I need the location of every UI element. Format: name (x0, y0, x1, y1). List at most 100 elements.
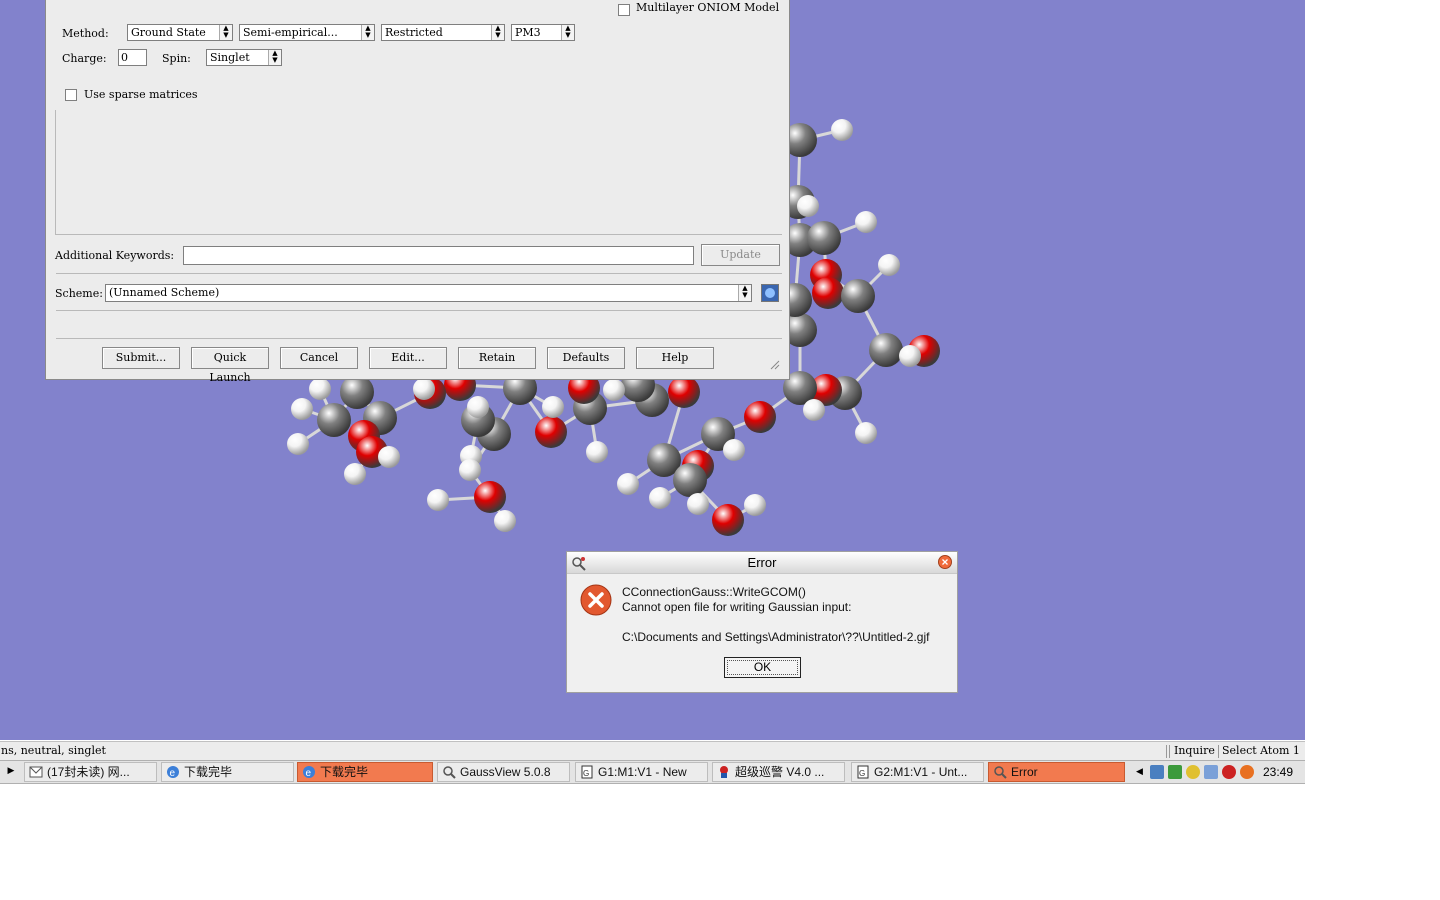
task-error[interactable]: Error (988, 762, 1125, 782)
method-state-select[interactable]: Ground State ▲ ▼ (127, 24, 233, 41)
method-spin-select[interactable]: Restricted ▲ ▼ (381, 24, 505, 41)
hydrogen-atom[interactable] (687, 493, 709, 515)
tray-monitor-icon[interactable] (1204, 765, 1218, 779)
spinner-arrows-icon[interactable]: ▲ ▼ (738, 285, 751, 301)
oxygen-atom[interactable] (712, 504, 744, 536)
error-dialog-title: Error (747, 555, 777, 570)
gaussview-icon (994, 766, 1007, 779)
carbon-atom[interactable] (317, 403, 351, 437)
task-label: 超级巡警 V4.0 ... (735, 765, 825, 779)
carbon-atom[interactable] (841, 279, 875, 313)
hydrogen-atom[interactable] (878, 254, 900, 276)
status-select: Select Atom 1 (1222, 744, 1300, 757)
help-button[interactable]: Help (636, 347, 714, 369)
hydrogen-atom[interactable] (855, 422, 877, 444)
oniom-checkbox[interactable] (618, 4, 630, 16)
method-basis-select[interactable]: PM3 ▲ ▼ (511, 24, 575, 41)
oniom-label: Multilayer ONIOM Model (636, 1, 780, 14)
oxygen-atom[interactable] (812, 277, 844, 309)
method-type-value: Semi-empirical... (243, 26, 338, 39)
hydrogen-atom[interactable] (723, 439, 745, 461)
spinner-arrows-icon[interactable]: ▲ ▼ (491, 25, 504, 40)
hydrogen-atom[interactable] (427, 489, 449, 511)
document-icon: G (857, 765, 869, 779)
task-mail[interactable]: (17封未读) 网... (24, 762, 157, 782)
sparse-checkbox[interactable] (65, 89, 77, 101)
hydrogen-atom[interactable] (378, 446, 400, 468)
hydrogen-atom[interactable] (831, 119, 853, 141)
hydrogen-atom[interactable] (797, 195, 819, 217)
hydrogen-atom[interactable] (291, 398, 313, 420)
hydrogen-atom[interactable] (309, 378, 331, 400)
hydrogen-atom[interactable] (617, 473, 639, 495)
tray-clock: 23:49 (1263, 765, 1294, 779)
hydrogen-atom[interactable] (494, 510, 516, 532)
spinner-arrows-icon[interactable]: ▲ ▼ (561, 25, 574, 40)
spinner-arrows-icon[interactable]: ▲ ▼ (219, 25, 232, 40)
scheme-select[interactable]: (Unnamed Scheme) ▲ ▼ (105, 284, 752, 302)
error-dialog-titlebar[interactable]: Error (567, 552, 957, 574)
task-gaussview[interactable]: GaussView 5.0.8 (437, 762, 570, 782)
charge-input[interactable]: 0 (118, 49, 147, 66)
carbon-atom[interactable] (807, 221, 841, 255)
hydrogen-atom[interactable] (586, 441, 608, 463)
carbon-atom[interactable] (340, 375, 374, 409)
hydrogen-atom[interactable] (467, 396, 489, 418)
task-g2[interactable]: G G2:M1:V1 - Unt... (851, 762, 984, 782)
hydrogen-atom[interactable] (899, 345, 921, 367)
tray-network-icon[interactable] (1150, 765, 1164, 779)
taskbar-scroll-left-icon[interactable]: ▶ (2, 764, 20, 779)
task-antivirus[interactable]: 超级巡警 V4.0 ... (712, 762, 845, 782)
method-basis-value: PM3 (515, 26, 541, 39)
resize-grip-icon[interactable] (768, 358, 780, 370)
tray-security-icon[interactable] (1240, 765, 1254, 779)
close-icon[interactable] (938, 555, 952, 569)
hydrogen-atom[interactable] (459, 459, 481, 481)
ok-button[interactable]: OK (724, 657, 801, 678)
status-text: ns, neutral, singlet (1, 744, 106, 757)
status-bar: ns, neutral, singlet Inquire Select Atom… (0, 741, 1305, 761)
hydrogen-atom[interactable] (649, 487, 671, 509)
oxygen-atom[interactable] (668, 376, 700, 408)
hydrogen-atom[interactable] (344, 463, 366, 485)
edit-button[interactable]: Edit... (369, 347, 447, 369)
keywords-input[interactable] (183, 246, 694, 265)
hydrogen-atom[interactable] (855, 211, 877, 233)
retain-button[interactable]: Retain (458, 347, 536, 369)
defaults-button[interactable]: Defaults (547, 347, 625, 369)
svg-text:G: G (859, 769, 865, 778)
cancel-button[interactable]: Cancel (280, 347, 358, 369)
carbon-atom[interactable] (869, 333, 903, 367)
tray-expand-icon[interactable]: ◀ (1136, 762, 1143, 780)
spinner-arrows-icon[interactable]: ▲ ▼ (268, 50, 281, 65)
scheme-manager-icon[interactable] (761, 284, 779, 302)
task-download-1[interactable]: e 下载完毕 (161, 762, 294, 782)
task-download-2[interactable]: e 下载完毕 (297, 762, 433, 782)
tray-guard-icon[interactable] (1222, 765, 1236, 779)
task-g1[interactable]: G G1:M1:V1 - New (575, 762, 708, 782)
method-label: Method: (62, 27, 109, 40)
oxygen-atom[interactable] (535, 416, 567, 448)
oxygen-atom[interactable] (474, 481, 506, 513)
spinner-arrows-icon[interactable]: ▲ ▼ (361, 25, 374, 40)
tray-qq-icon[interactable] (1186, 765, 1200, 779)
method-type-select[interactable]: Semi-empirical... ▲ ▼ (239, 24, 375, 41)
hydrogen-atom[interactable] (413, 378, 435, 400)
hydrogen-atom[interactable] (287, 433, 309, 455)
submit-button[interactable]: Submit... (102, 347, 180, 369)
guard-icon (720, 766, 728, 778)
spin-label: Spin: (162, 52, 191, 65)
error-message-line1: CConnectionGauss::WriteGCOM() (622, 585, 806, 599)
hydrogen-atom[interactable] (744, 494, 766, 516)
charge-label: Charge: (62, 52, 107, 65)
spin-select[interactable]: Singlet ▲ ▼ (206, 49, 282, 66)
update-button[interactable]: Update (701, 244, 780, 266)
hydrogen-atom[interactable] (803, 399, 825, 421)
tray-app-icon[interactable] (1168, 765, 1182, 779)
oxygen-atom[interactable] (744, 401, 776, 433)
hydrogen-atom[interactable] (542, 396, 564, 418)
hydrogen-atom[interactable] (603, 379, 625, 401)
ie-icon: e (167, 766, 179, 779)
quick-launch-button[interactable]: Quick Launch (191, 347, 269, 384)
carbon-atom[interactable] (673, 463, 707, 497)
